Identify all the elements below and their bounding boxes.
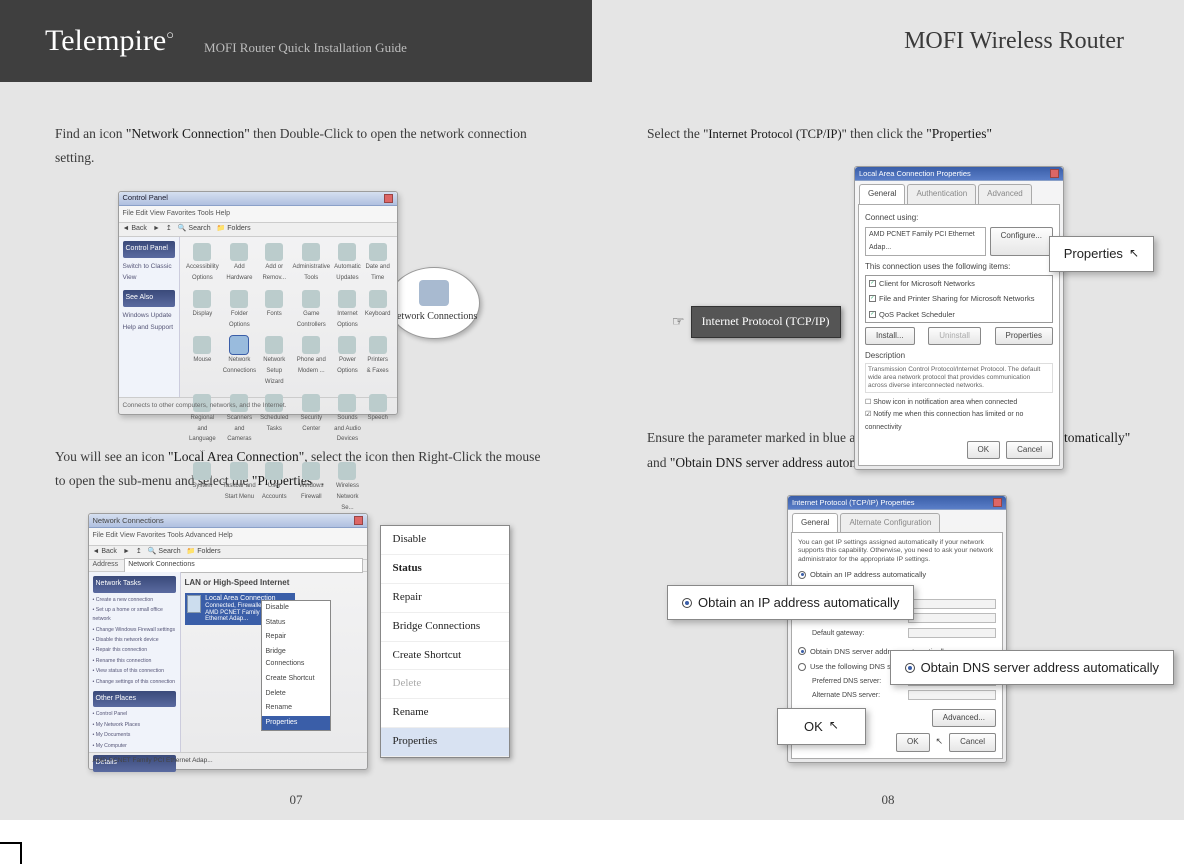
guide-subtitle: MOFI Router Quick Installation Guide (204, 40, 407, 56)
cp-icon: Add or Remov... (260, 243, 288, 284)
cp-toolbar: ◄ Back ►↥ 🔍 Search 📁 Folders (119, 223, 397, 237)
netconn-window: Network Connections File Edit View Favor… (88, 513, 368, 769)
cp-icon: Speech (365, 394, 391, 456)
small-context-menu: DisableStatusRepairBridge ConnectionsCre… (261, 600, 331, 731)
cursor-icon: ↖ (829, 715, 839, 737)
figure-control-panel: Control Panel File Edit View Favorites T… (55, 191, 542, 415)
cp-icon: Administrative Tools (292, 243, 330, 284)
cancel-button[interactable]: Cancel (949, 733, 996, 751)
properties-button[interactable]: Properties (995, 327, 1053, 345)
callout-obtain-dns: Obtain DNS server address automatically (890, 650, 1174, 685)
cp-icon: Security Center (292, 394, 330, 456)
left-header: Telempire○ MOFI Router Quick Installatio… (0, 0, 592, 82)
context-menu-item[interactable]: Disable (381, 526, 509, 555)
right-header: MOFI Wireless Router (592, 0, 1184, 82)
nc-sidebar: Network Tasks • Create a new connection•… (89, 572, 181, 752)
configure-button[interactable]: Configure... (990, 227, 1053, 256)
advanced-button[interactable]: Advanced... (932, 709, 996, 727)
cp-icon-grid: Accessibility OptionsAdd HardwareAdd or … (180, 237, 396, 397)
cp-icon: Windows Firewall (292, 462, 330, 513)
lan-properties-window: Local Area Connection Properties General… (854, 166, 1064, 470)
brand-name: Telempire (45, 24, 166, 57)
context-menu-item[interactable]: Rename (381, 699, 509, 728)
install-button[interactable]: Install... (865, 327, 915, 345)
cursor-icon: ↖ (1129, 243, 1139, 265)
cp-icon: Internet Options (334, 290, 361, 331)
cp-icon: Taskbar and Start Menu (223, 462, 256, 513)
cp-icon: Fonts (260, 290, 288, 331)
cp-titlebar: Control Panel (119, 192, 397, 206)
cp-icon: Accessibility Options (186, 243, 219, 284)
cp-icon: Sounds and Audio Devices (334, 394, 361, 456)
ok-button[interactable]: OK (896, 733, 930, 751)
cp-icon: Folder Options (223, 290, 256, 331)
cp-icon: Network Setup Wizard (260, 336, 288, 387)
page-number-left: 07 (0, 792, 592, 808)
cp-icon: Network Connections (223, 336, 256, 387)
cp-icon: Keyboard (365, 290, 391, 331)
close-icon (1050, 169, 1059, 178)
left-content: Find an icon "Network Connection" then D… (0, 82, 592, 770)
crop-mark-bl (0, 842, 22, 864)
context-menu-item[interactable]: Repair (381, 584, 509, 613)
context-menu-item[interactable]: Create Shortcut (381, 642, 509, 671)
router-title: MOFI Wireless Router (904, 28, 1124, 55)
cancel-button[interactable]: Cancel (1006, 441, 1053, 459)
page-right: MOFI Wireless Router Select the "Interne… (592, 0, 1184, 820)
cp-icon: Printers & Faxes (365, 336, 391, 387)
cp-icon: User Accounts (260, 462, 288, 513)
cp-icon: Mouse (186, 336, 219, 387)
close-icon (993, 498, 1002, 507)
cp-menu: File Edit View Favorites Tools Help (119, 206, 397, 224)
tcpip-pill: Internet Protocol (TCP/IP) (691, 306, 841, 338)
context-menu-item[interactable]: Delete (381, 670, 509, 699)
figure-network-connections: Network Connections File Edit View Favor… (55, 513, 542, 769)
page-spread: Telempire○ MOFI Router Quick Installatio… (0, 0, 1184, 864)
large-context-menu: DisableStatusRepairBridge ConnectionsCre… (380, 525, 510, 757)
right-para-1: Select the "Internet Protocol (TCP/IP)" … (647, 122, 1134, 146)
cp-icon: Add Hardware (223, 243, 256, 284)
ok-button[interactable]: OK (967, 441, 1001, 459)
page-left: Telempire○ MOFI Router Quick Installatio… (0, 0, 592, 820)
cp-icon: Automatic Updates (334, 243, 361, 284)
connection-items-list: ✓Client for Microsoft Networks✓File and … (865, 275, 1053, 323)
brand-logo: Telempire○ (45, 24, 174, 58)
cursor-icon: ↖ (936, 733, 944, 751)
cp-icon: Wireless Network Se... (334, 462, 361, 513)
callout-tcpip-row: ☞ Internet Protocol (TCP/IP) (672, 306, 841, 338)
figure-lan-properties: Local Area Connection Properties General… (647, 166, 1134, 396)
page-number-right: 08 (592, 792, 1184, 808)
callout-network-connections: Network Connections (388, 267, 480, 339)
cp-icon: Display (186, 290, 219, 331)
cp-icon: Date and Time (365, 243, 391, 284)
context-menu-item[interactable]: Status (381, 555, 509, 584)
cp-sidebar: Control Panel Switch to Classic View See… (119, 237, 181, 397)
callout-properties: Properties↖ (1049, 236, 1154, 271)
close-icon (384, 194, 393, 203)
context-menu-item[interactable]: Bridge Connections (381, 613, 509, 642)
figure-tcpip-properties: Internet Protocol (TCP/IP) Properties Ge… (647, 495, 1134, 745)
network-connections-icon (419, 280, 449, 306)
cp-icon: Game Controllers (292, 290, 330, 331)
left-para-1: Find an icon "Network Connection" then D… (55, 122, 542, 171)
cp-icon: Phone and Modem ... (292, 336, 330, 387)
brand-mark: ○ (166, 27, 174, 42)
cp-icon: System (186, 462, 219, 513)
nc-main: LAN or High-Speed Internet Local Area Co… (181, 572, 367, 752)
cp-icon: Power Options (334, 336, 361, 387)
context-menu-item[interactable]: Properties (381, 728, 509, 757)
uninstall-button[interactable]: Uninstall (928, 327, 981, 345)
close-icon (354, 516, 363, 525)
callout-ok: OK↖ (777, 708, 866, 745)
callout-obtain-ip: Obtain an IP address automatically (667, 585, 914, 620)
control-panel-window: Control Panel File Edit View Favorites T… (118, 191, 398, 415)
right-content: Select the "Internet Protocol (TCP/IP)" … (592, 82, 1184, 745)
